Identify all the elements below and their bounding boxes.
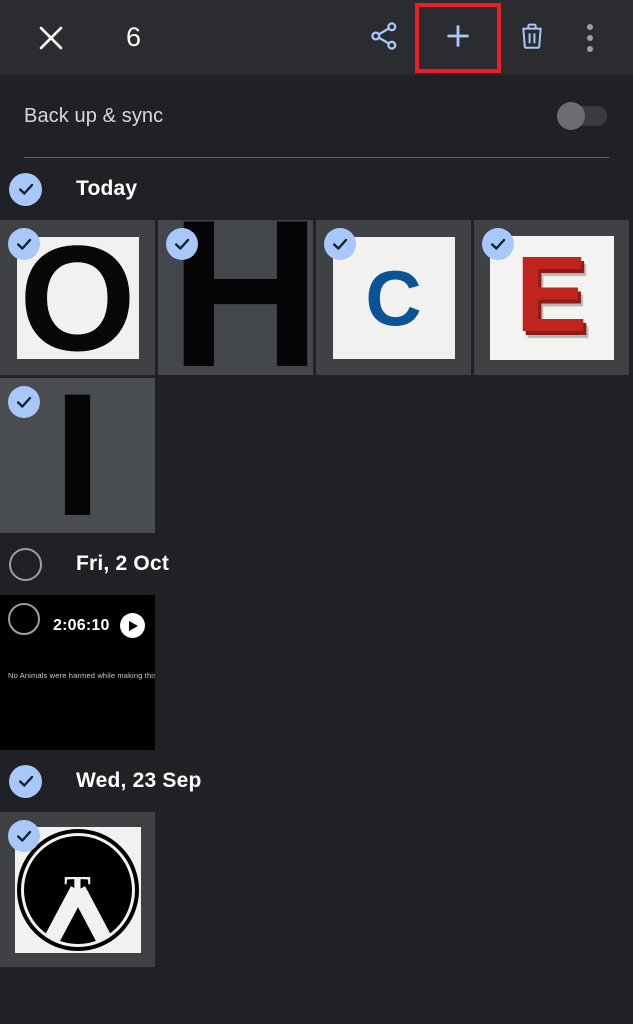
share-button[interactable] bbox=[355, 9, 413, 67]
close-selection-button[interactable] bbox=[22, 9, 80, 67]
section-checkbox-checked[interactable] bbox=[9, 172, 42, 206]
app-bar-actions bbox=[355, 2, 619, 73]
photo-letter-glyph: O bbox=[19, 236, 136, 359]
photo-letter-glyph: I bbox=[53, 378, 102, 533]
video-caption-text: No Animals were harmed while making this… bbox=[8, 671, 155, 680]
photo-letter-e[interactable]: E bbox=[474, 220, 629, 375]
section-checkbox-checked[interactable] bbox=[9, 764, 42, 798]
photo-letter-c[interactable]: C bbox=[316, 220, 471, 375]
video-thumbnail[interactable]: 2:06:10 No Animals were harmed while maki… bbox=[0, 595, 155, 750]
trash-icon bbox=[516, 20, 548, 55]
grunge-circle-logo: T bbox=[16, 828, 139, 951]
tile-checkbox-checked[interactable] bbox=[324, 228, 356, 260]
photo-grid: 2:06:10 No Animals were harmed while maki… bbox=[0, 595, 633, 750]
tile-checkbox-checked[interactable] bbox=[166, 228, 198, 260]
photo-letter-h[interactable]: H bbox=[158, 220, 313, 375]
photo-letter-o[interactable]: O bbox=[0, 220, 155, 375]
backup-sync-row[interactable]: Back up & sync bbox=[0, 75, 633, 157]
tile-checkbox-unchecked[interactable] bbox=[8, 603, 40, 635]
section-checkbox-unchecked[interactable] bbox=[9, 547, 42, 581]
photo-letter-glyph: C bbox=[365, 253, 422, 342]
photo-grunge-t-logo[interactable]: T bbox=[0, 812, 155, 967]
play-icon[interactable] bbox=[119, 613, 145, 638]
photo-grid: T bbox=[0, 812, 633, 967]
video-duration-badge: 2:06:10 bbox=[53, 613, 145, 638]
section-title: Today bbox=[76, 177, 138, 200]
tile-checkbox-checked[interactable] bbox=[8, 820, 40, 852]
section-header: Fri, 2 Oct bbox=[0, 533, 633, 595]
overflow-menu-button[interactable] bbox=[561, 9, 619, 67]
tile-checkbox-checked[interactable] bbox=[8, 228, 40, 260]
app-bar-left-group: 6 bbox=[22, 9, 141, 67]
plus-icon bbox=[441, 19, 475, 56]
video-duration-label: 2:06:10 bbox=[53, 616, 110, 634]
photo-letter-i[interactable]: I bbox=[0, 378, 155, 533]
more-vertical-icon bbox=[587, 23, 593, 52]
section-title: Wed, 23 Sep bbox=[76, 769, 202, 792]
selected-count-label: 6 bbox=[126, 22, 142, 52]
section-header: Today bbox=[0, 158, 633, 220]
share-icon bbox=[367, 19, 401, 56]
photo-letter-glyph: E bbox=[515, 235, 588, 354]
backup-sync-toggle[interactable] bbox=[557, 102, 607, 130]
tile-checkbox-checked[interactable] bbox=[8, 386, 40, 418]
add-to-album-container bbox=[415, 2, 501, 73]
close-icon bbox=[34, 21, 68, 55]
add-button[interactable] bbox=[429, 9, 487, 67]
tile-checkbox-checked[interactable] bbox=[482, 228, 514, 260]
photo-sections-container: Today O H C E I Fri, 2 Oct 2:06:10 No Animals we… bbox=[0, 158, 633, 967]
photos-selection-screen: 6 Back up & sync Today O H C E I Fri, 2 … bbox=[0, 0, 633, 1024]
toggle-thumb bbox=[557, 102, 585, 130]
backup-sync-label: Back up & sync bbox=[24, 104, 164, 127]
delete-button[interactable] bbox=[503, 9, 561, 67]
section-title: Fri, 2 Oct bbox=[76, 552, 170, 575]
photo-grid: OHC E I bbox=[0, 220, 633, 533]
app-bar: 6 bbox=[0, 0, 633, 75]
logo-letter: T bbox=[64, 867, 91, 912]
section-header: Wed, 23 Sep bbox=[0, 750, 633, 812]
